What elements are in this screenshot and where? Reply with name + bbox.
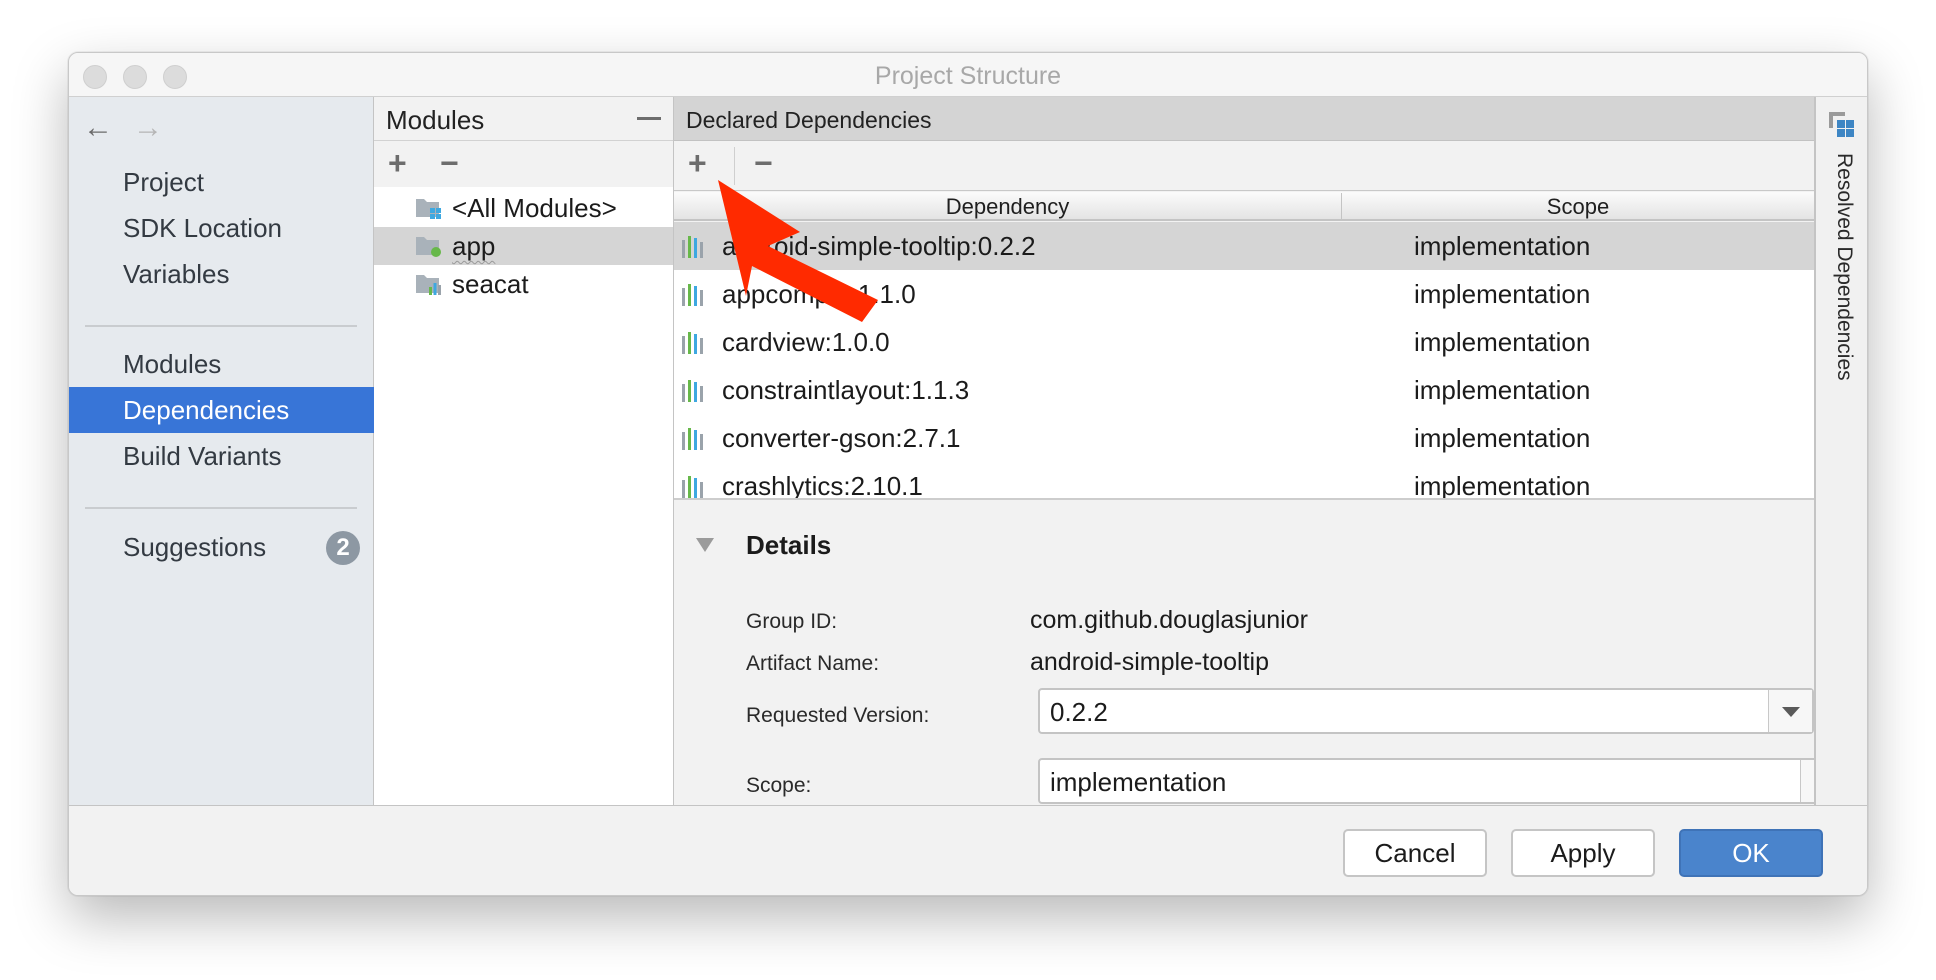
module-label: <All Modules> xyxy=(452,193,617,223)
sidebar-item-modules[interactable]: Modules xyxy=(69,341,374,387)
library-icon xyxy=(682,236,703,258)
dependency-scope: implementation xyxy=(1414,279,1591,309)
column-header-dependency[interactable]: Dependency xyxy=(674,193,1342,220)
dependency-row[interactable]: cardview:1.0.0 implementation xyxy=(674,318,1814,366)
dependency-name: appcompat:1.1.0 xyxy=(722,279,916,309)
details-title: Details xyxy=(746,530,832,560)
sidebar-item-label: Dependencies xyxy=(123,395,290,425)
sidebar: ← → Project SDK Location Variables Module… xyxy=(69,97,374,805)
modules-panel-header: Modules xyxy=(374,97,673,141)
navigation-arrows: ← → xyxy=(83,111,163,145)
declared-dependencies-panel: Declared Dependencies + − Dependency Sco… xyxy=(674,97,1846,805)
app-module-folder-icon xyxy=(416,237,441,257)
project-structure-dialog: Project Structure ← → Project SDK Locatio… xyxy=(68,52,1868,896)
dependency-name: cardview:1.0.0 xyxy=(722,327,890,357)
dependency-name: crashlytics:2.10.1 xyxy=(722,471,923,500)
scope-value: implementation xyxy=(1050,767,1227,797)
dependencies-table: android-simple-tooltip:0.2.2 implementati… xyxy=(674,222,1814,500)
sidebar-item-dependencies[interactable]: Dependencies xyxy=(69,387,374,433)
details-section: Details Group ID: com.github.douglasjuni… xyxy=(674,502,1846,805)
artifact-name-label: Artifact Name: xyxy=(746,652,880,675)
apply-button[interactable]: Apply xyxy=(1511,829,1655,877)
add-module-button[interactable]: + xyxy=(388,147,407,179)
dependency-name: android-simple-tooltip:0.2.2 xyxy=(722,231,1036,261)
window-title: Project Structure xyxy=(874,62,1062,90)
sidebar-item-label: Build Variants xyxy=(123,441,282,471)
module-label: app xyxy=(452,231,496,261)
toolbar-separator xyxy=(734,147,735,185)
sidebar-divider xyxy=(85,507,357,509)
library-icon xyxy=(682,380,703,402)
column-header-scope[interactable]: Scope xyxy=(1342,193,1814,220)
dialog-footer: Cancel Apply OK xyxy=(69,805,1867,895)
dependency-row[interactable]: crashlytics:2.10.1 implementation xyxy=(674,462,1814,500)
declared-dependencies-header: Declared Dependencies xyxy=(674,97,1814,141)
title-bar: Project Structure xyxy=(69,53,1867,97)
requested-version-label: Requested Version: xyxy=(746,704,930,727)
dependency-scope: implementation xyxy=(1414,231,1591,261)
sidebar-item-build-variants[interactable]: Build Variants xyxy=(69,433,374,479)
chevron-down-icon xyxy=(1782,707,1800,717)
cancel-button[interactable]: Cancel xyxy=(1343,829,1487,877)
library-module-folder-icon xyxy=(416,275,441,295)
dependency-scope: implementation xyxy=(1414,327,1591,357)
dependency-row[interactable]: converter-gson:2.7.1 implementation xyxy=(674,414,1814,462)
sidebar-item-sdk-location[interactable]: SDK Location xyxy=(69,205,374,251)
sidebar-item-variables[interactable]: Variables xyxy=(69,251,374,297)
group-id-value: com.github.douglasjunior xyxy=(1030,606,1308,634)
remove-module-button[interactable]: − xyxy=(440,147,459,179)
hide-panel-button[interactable] xyxy=(637,117,661,120)
dependency-name: converter-gson:2.7.1 xyxy=(722,423,961,453)
sidebar-item-label: Variables xyxy=(123,259,230,289)
group-id-label: Group ID: xyxy=(746,610,838,633)
arrow-right-icon[interactable]: → xyxy=(133,111,163,145)
ok-button[interactable]: OK xyxy=(1679,829,1823,877)
dependency-row[interactable]: appcompat:1.1.0 implementation xyxy=(674,270,1814,318)
dependency-row[interactable]: constraintlayout:1.1.3 implementation xyxy=(674,366,1814,414)
module-item-app[interactable]: app xyxy=(374,227,673,265)
resolved-dependencies-tool-strip[interactable]: Resolved Dependencies xyxy=(1814,97,1867,805)
dependency-row[interactable]: android-simple-tooltip:0.2.2 implementati… xyxy=(674,222,1814,270)
sidebar-item-label: Modules xyxy=(123,349,222,379)
dependency-scope: implementation xyxy=(1414,471,1591,500)
modules-panel-title: Modules xyxy=(386,105,485,135)
remove-dependency-button[interactable]: − xyxy=(754,147,773,179)
module-item-all-modules[interactable]: <All Modules> xyxy=(374,189,673,227)
module-item-seacat[interactable]: seacat xyxy=(374,265,673,303)
dependency-scope: implementation xyxy=(1414,375,1591,405)
all-modules-folder-icon xyxy=(416,199,441,219)
requested-version-combo[interactable]: 0.2.2 xyxy=(1038,688,1814,734)
library-icon xyxy=(682,284,703,306)
sidebar-item-suggestions[interactable]: Suggestions 2 xyxy=(69,524,374,570)
dependency-name: constraintlayout:1.1.3 xyxy=(722,375,970,405)
sidebar-item-label: SDK Location xyxy=(123,213,282,243)
dependency-scope: implementation xyxy=(1414,423,1591,453)
dependencies-toolbar: + − xyxy=(674,141,1814,191)
suggestions-count-badge: 2 xyxy=(326,531,360,565)
scope-combo[interactable]: implementation xyxy=(1038,758,1846,804)
artifact-name-value: android-simple-tooltip xyxy=(1030,648,1270,676)
dependencies-table-header: Dependency Scope xyxy=(674,192,1814,221)
sidebar-item-project[interactable]: Project xyxy=(69,159,374,205)
modules-panel: Modules + − <All Modules> app seacat xyxy=(374,97,674,805)
library-icon xyxy=(682,476,703,498)
sidebar-item-label: Project xyxy=(123,167,204,197)
scope-label: Scope: xyxy=(746,774,812,797)
library-icon xyxy=(682,332,703,354)
sidebar-divider xyxy=(85,325,357,327)
collapse-triangle-icon[interactable] xyxy=(696,538,714,552)
module-label: seacat xyxy=(452,269,529,299)
requested-version-dropdown-button[interactable] xyxy=(1768,690,1812,732)
library-icon xyxy=(682,428,703,450)
add-dependency-button[interactable]: + xyxy=(688,147,707,179)
resolved-dependencies-icon xyxy=(1829,112,1854,137)
requested-version-value: 0.2.2 xyxy=(1050,697,1108,727)
arrow-left-icon[interactable]: ← xyxy=(83,111,133,145)
resolved-dependencies-label: Resolved Dependencies xyxy=(1833,153,1856,381)
sidebar-item-label: Suggestions xyxy=(123,532,267,562)
modules-toolbar: + − xyxy=(374,141,673,187)
declared-dependencies-title: Declared Dependencies xyxy=(686,107,932,133)
